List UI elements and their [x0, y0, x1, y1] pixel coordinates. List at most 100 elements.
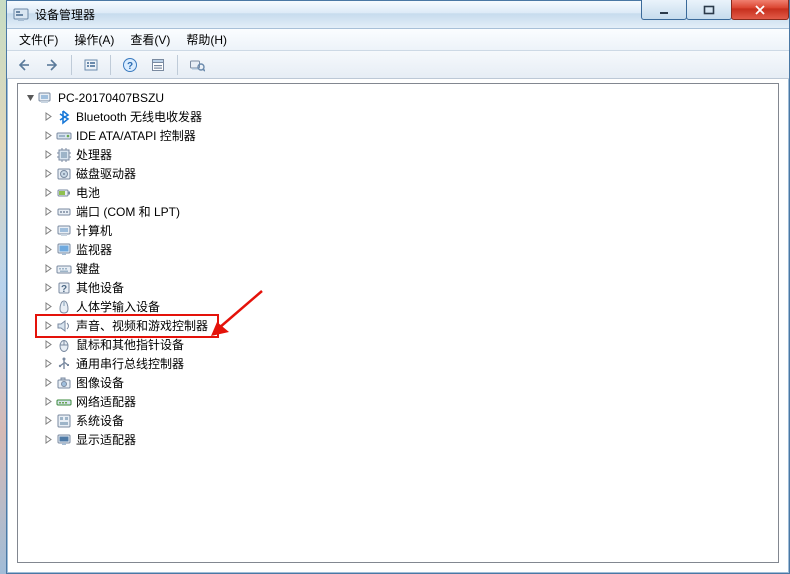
tree-node-label: 网络适配器 [76, 393, 136, 410]
tree-node-label: 计算机 [76, 222, 112, 239]
tree-node-label: IDE ATA/ATAPI 控制器 [76, 127, 196, 144]
tree-node-label: 电池 [76, 184, 100, 201]
disk-icon [56, 166, 72, 182]
tree-node-label: 端口 (COM 和 LPT) [76, 203, 180, 220]
tree-node-mouse[interactable]: 鼠标和其他指针设备 [38, 335, 776, 354]
forward-button[interactable] [41, 54, 63, 76]
toolbar-separator [71, 55, 72, 75]
usb-icon [56, 356, 72, 372]
ide-icon [56, 128, 72, 144]
tree-node-bluetooth[interactable]: Bluetooth 无线电收发器 [38, 107, 776, 126]
hid-icon [56, 299, 72, 315]
tree-root-node[interactable]: PC-20170407BSZU Bluetooth 无线电收发器 IDE ATA/… [20, 88, 776, 449]
expand-icon[interactable] [42, 111, 54, 123]
tree-node-label: 其他设备 [76, 279, 124, 296]
sound-icon [56, 318, 72, 334]
tree-node-label: 鼠标和其他指针设备 [76, 336, 184, 353]
expand-icon[interactable] [42, 130, 54, 142]
expand-icon[interactable] [42, 168, 54, 180]
computer-icon [38, 90, 54, 106]
menubar: 文件(F) 操作(A) 查看(V) 帮助(H) [7, 29, 789, 51]
expand-icon[interactable] [42, 358, 54, 370]
tree-node-label: 系统设备 [76, 412, 124, 429]
tree-node-computer[interactable]: 计算机 [38, 221, 776, 240]
expand-icon[interactable] [42, 434, 54, 446]
tree-node-label: Bluetooth 无线电收发器 [76, 108, 202, 125]
expand-icon[interactable] [42, 263, 54, 275]
menu-file[interactable]: 文件(F) [11, 29, 66, 50]
tree-node-network[interactable]: 网络适配器 [38, 392, 776, 411]
tree-node-ide[interactable]: IDE ATA/ATAPI 控制器 [38, 126, 776, 145]
tree-node-ports[interactable]: 端口 (COM 和 LPT) [38, 202, 776, 221]
app-icon [13, 7, 29, 23]
expand-icon[interactable] [42, 206, 54, 218]
expand-icon[interactable] [42, 396, 54, 408]
menu-action[interactable]: 操作(A) [66, 29, 122, 50]
cpu-icon [56, 147, 72, 163]
battery-icon [56, 185, 72, 201]
expand-icon[interactable] [42, 377, 54, 389]
tree-node-usb[interactable]: 通用串行总线控制器 [38, 354, 776, 373]
expand-icon[interactable] [42, 415, 54, 427]
tree-node-label: 键盘 [76, 260, 100, 277]
collapse-icon[interactable] [24, 92, 36, 104]
bluetooth-icon [56, 109, 72, 125]
tree-node-label: 显示适配器 [76, 431, 136, 448]
display-icon [56, 432, 72, 448]
tree-node-label: 通用串行总线控制器 [76, 355, 184, 372]
tree-node-cpu[interactable]: 处理器 [38, 145, 776, 164]
ports-icon [56, 204, 72, 220]
system-icon [56, 413, 72, 429]
expand-icon[interactable] [42, 225, 54, 237]
properties-button[interactable] [147, 54, 169, 76]
device-tree: PC-20170407BSZU Bluetooth 无线电收发器 IDE ATA/… [18, 84, 778, 453]
tree-node-battery[interactable]: 电池 [38, 183, 776, 202]
tree-node-monitor[interactable]: 监视器 [38, 240, 776, 259]
expand-icon[interactable] [42, 282, 54, 294]
tree-node-imaging[interactable]: 图像设备 [38, 373, 776, 392]
tree-node-label: 人体学输入设备 [76, 298, 160, 315]
expand-icon[interactable] [42, 244, 54, 256]
scan-button[interactable] [186, 54, 208, 76]
mouse-icon [56, 337, 72, 353]
window-controls [642, 0, 789, 20]
toolbar: ? [7, 51, 789, 79]
svg-text:?: ? [127, 61, 133, 72]
tree-node-system[interactable]: 系统设备 [38, 411, 776, 430]
tree-node-other[interactable]: 其他设备 [38, 278, 776, 297]
maximize-button[interactable] [686, 0, 732, 20]
tree-node-display[interactable]: 显示适配器 [38, 430, 776, 449]
computer-icon [56, 223, 72, 239]
toolbar-separator [110, 55, 111, 75]
expand-icon[interactable] [42, 149, 54, 161]
device-tree-panel[interactable]: PC-20170407BSZU Bluetooth 无线电收发器 IDE ATA/… [17, 83, 779, 563]
window-title: 设备管理器 [35, 6, 95, 23]
device-manager-window: 设备管理器 文件(F) 操作(A) 查看(V) 帮助(H) [6, 0, 790, 574]
expand-icon[interactable] [42, 187, 54, 199]
titlebar[interactable]: 设备管理器 [7, 1, 789, 29]
help-button[interactable]: ? [119, 54, 141, 76]
other-icon [56, 280, 72, 296]
menu-view[interactable]: 查看(V) [122, 29, 178, 50]
expand-icon[interactable] [42, 320, 54, 332]
menu-help[interactable]: 帮助(H) [178, 29, 235, 50]
tree-node-label: 监视器 [76, 241, 112, 258]
expand-icon[interactable] [42, 301, 54, 313]
imaging-icon [56, 375, 72, 391]
network-icon [56, 394, 72, 410]
tree-node-keyboard[interactable]: 键盘 [38, 259, 776, 278]
tree-node-hid[interactable]: 人体学输入设备 [38, 297, 776, 316]
back-button[interactable] [13, 54, 35, 76]
expand-icon[interactable] [42, 339, 54, 351]
close-button[interactable] [731, 0, 789, 20]
tree-node-label: 图像设备 [76, 374, 124, 391]
tree-node-label: 处理器 [76, 146, 112, 163]
minimize-button[interactable] [641, 0, 687, 20]
tree-node-sound[interactable]: 声音、视频和游戏控制器 [38, 316, 776, 335]
toolbar-separator [177, 55, 178, 75]
tree-node-disk[interactable]: 磁盘驱动器 [38, 164, 776, 183]
show-hidden-button[interactable] [80, 54, 102, 76]
tree-root-label: PC-20170407BSZU [58, 91, 164, 105]
keyboard-icon [56, 261, 72, 277]
tree-node-label: 磁盘驱动器 [76, 165, 136, 182]
